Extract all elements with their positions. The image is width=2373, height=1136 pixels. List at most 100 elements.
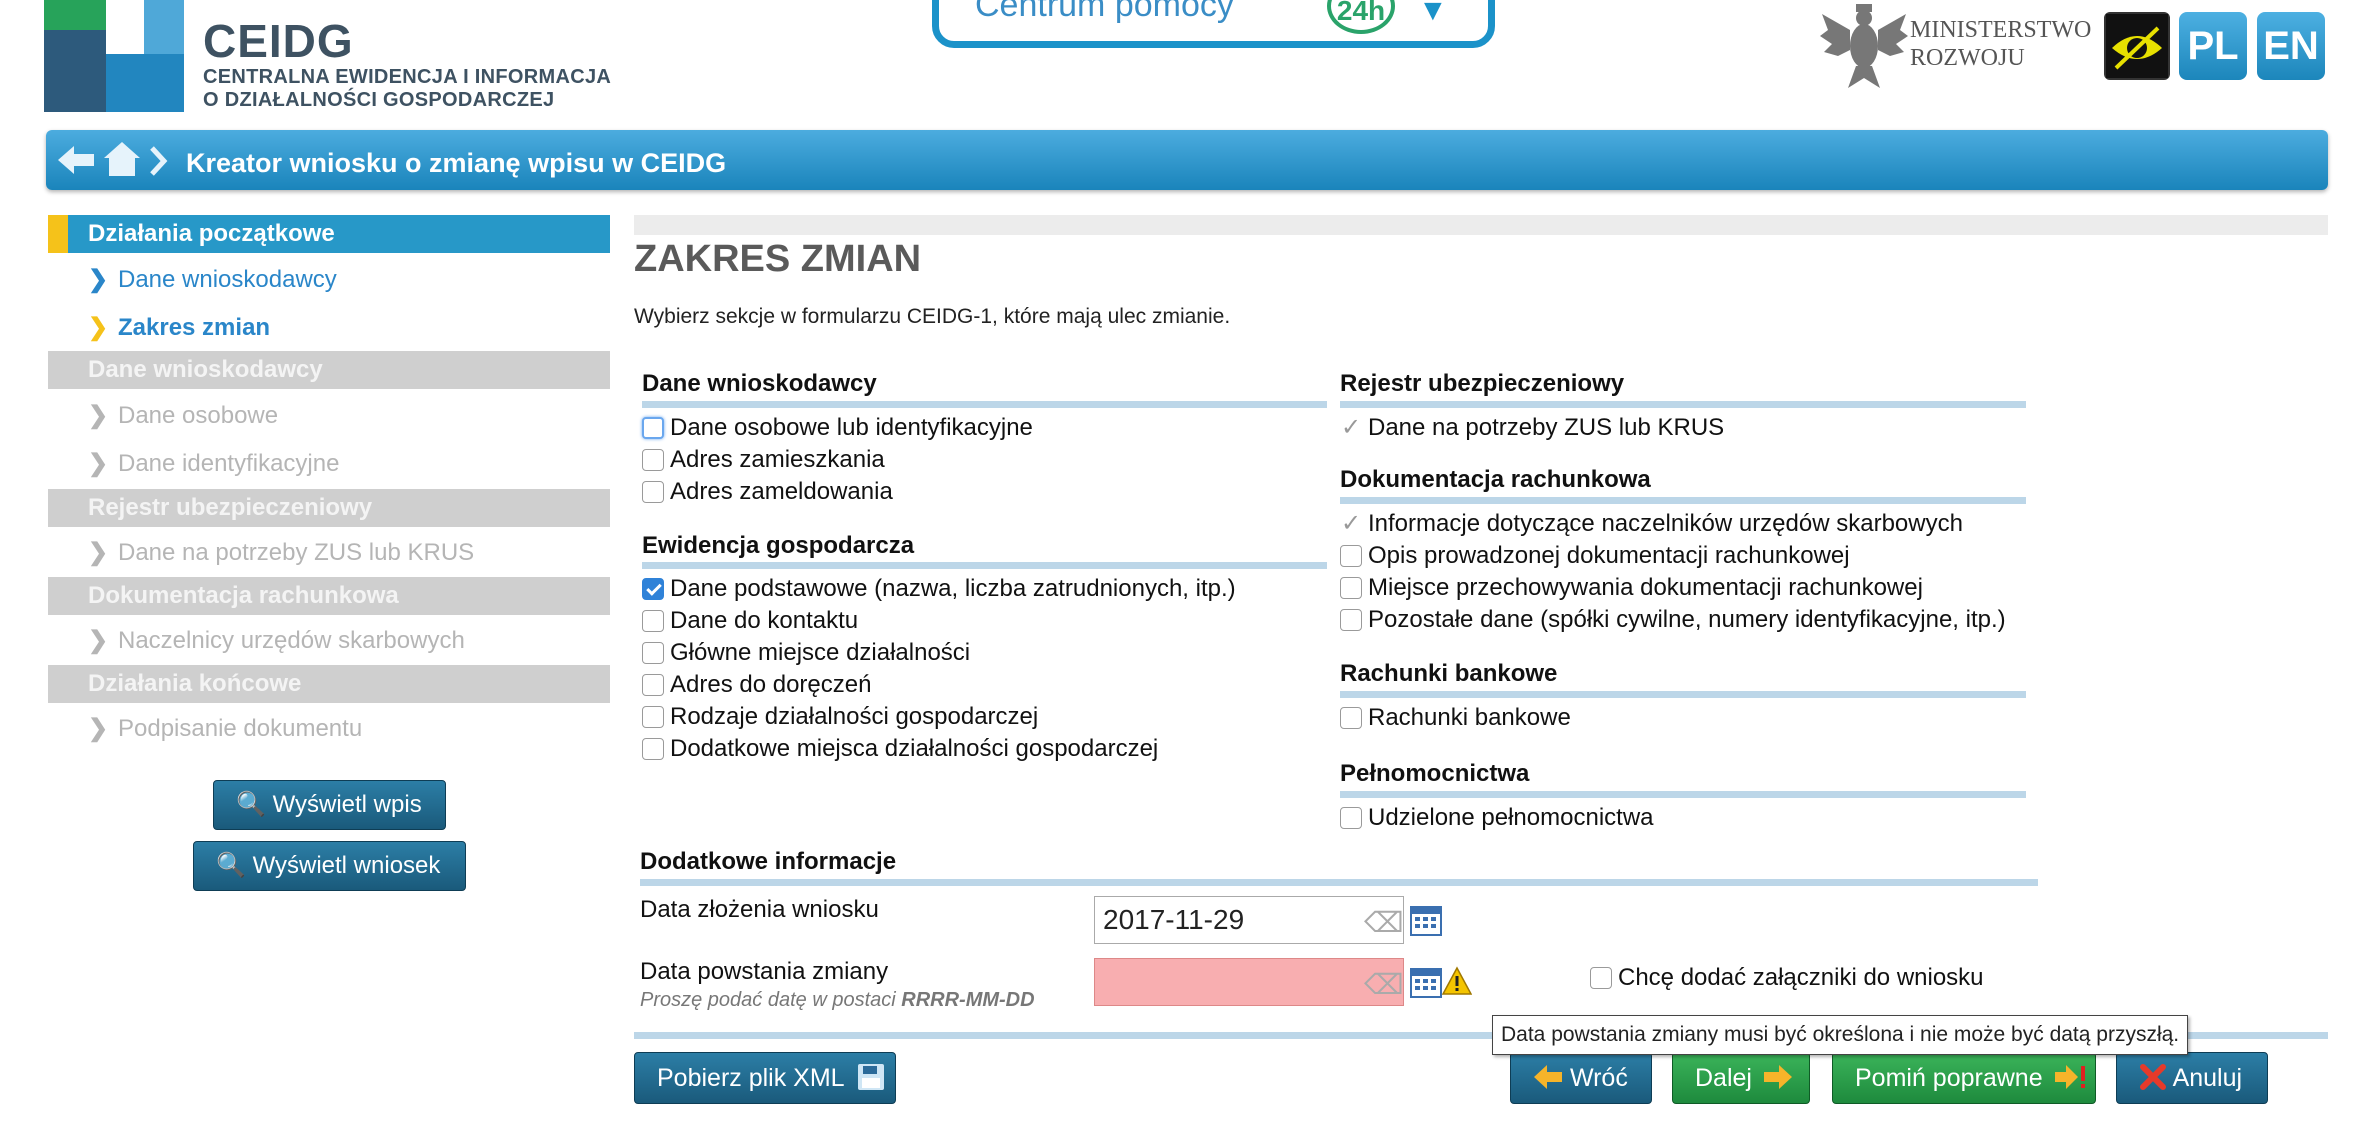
checkbox-box[interactable] <box>642 481 664 503</box>
sidebar-item-tax-offices: ❯ Naczelnicy urzędów skarbowych <box>88 626 465 655</box>
sidebar-item-label: Dane identyfikacyjne <box>118 450 340 477</box>
option-label: Główne miejsce działalności <box>670 639 971 666</box>
checkbox-box[interactable] <box>642 642 664 664</box>
chevron-right-icon: ❯ <box>88 314 109 341</box>
checkbox-contact-data[interactable]: Dane do kontaktu <box>642 606 858 636</box>
checkbox-box[interactable] <box>642 738 664 760</box>
checkbox-tax-office-info: ✓ Informacje dotyczące naczelników urzędó… <box>1340 509 1963 539</box>
checkbox-box[interactable] <box>642 610 664 632</box>
skip-valid-button[interactable]: Pomiń poprawne <box>1832 1052 2096 1104</box>
intro-text: Wybierz sekcje w formularzu CEIDG-1, któ… <box>634 305 1231 328</box>
checkbox-bank-accounts[interactable]: Rachunki bankowe <box>1340 703 1571 733</box>
magnifier-icon: 🔍 <box>216 852 246 879</box>
accessibility-button[interactable] <box>2104 12 2170 80</box>
checkbox-attachments[interactable]: Chcę dodać załączniki do wniosku <box>1590 963 1984 993</box>
view-application-label: Wyświetl wniosek <box>252 852 441 879</box>
sidebar-item-label: Dane osobowe <box>118 402 279 429</box>
checkbox-basic-data[interactable]: Dane podstawowe (nazwa, liczba zatrudnio… <box>642 574 1236 604</box>
calendar-icon[interactable] <box>1410 966 1442 998</box>
checkbox-accounting-storage[interactable]: Miejsce przechowywania dokumentacji rach… <box>1340 573 1923 603</box>
view-entry-button[interactable]: 🔍 Wyświetl wpis <box>213 780 446 830</box>
group-divider <box>642 562 1327 569</box>
ministry-line1: MINISTERSTWO <box>1910 17 2092 43</box>
checkbox-accounting-description[interactable]: Opis prowadzonej dokumentacji rachunkowe… <box>1340 541 1850 571</box>
option-label: Informacje dotyczące naczelników urzędów… <box>1368 510 1963 537</box>
group-title-applicant: Dane wnioskodawcy <box>642 370 877 397</box>
group-title-proxy: Pełnomocnictwa <box>1340 760 1530 787</box>
hint-format: RRRR-MM-DD <box>901 989 1035 1011</box>
checkbox-box[interactable] <box>1340 609 1362 631</box>
validation-tooltip: Data powstania zmiany musi być określona… <box>1492 1015 2189 1055</box>
language-pl-button[interactable]: PL <box>2179 12 2247 80</box>
checkbox-box[interactable] <box>642 674 664 696</box>
arrow-left-icon <box>1534 1065 1562 1089</box>
next-button[interactable]: Dalej <box>1672 1052 1810 1104</box>
submit-date-label: Data złożenia wniosku <box>640 896 879 923</box>
chevron-down-icon[interactable]: ▼ <box>1418 0 1448 28</box>
checkbox-proxies[interactable]: Udzielone pełnomocnictwa <box>1340 803 1654 833</box>
download-xml-button[interactable]: Pobierz plik XML <box>634 1052 896 1104</box>
option-label: Dane podstawowe (nazwa, liczba zatrudnio… <box>670 575 1236 602</box>
sidebar-section-final: Działania końcowe <box>48 665 610 703</box>
ceidg-logo-icon[interactable] <box>44 0 184 112</box>
warning-icon <box>1442 966 1472 995</box>
eraser-icon[interactable]: ⌫ <box>1364 968 1404 1001</box>
sidebar-item-applicant-data[interactable]: ❯ Dane wnioskodawcy <box>88 265 337 294</box>
sidebar-item-scope-of-changes[interactable]: ❯ Zakres zmian <box>88 313 270 342</box>
arrow-right-icon <box>1763 1065 1792 1089</box>
checkbox-additional-places[interactable]: Dodatkowe miejsca działalności gospodarc… <box>642 734 1158 764</box>
change-date-input[interactable] <box>1094 958 1404 1006</box>
checkbox-box[interactable] <box>642 417 664 439</box>
checkbox-residence-address[interactable]: Adres zamieszkania <box>642 445 885 475</box>
arrow-right-warning-icon <box>2054 1065 2085 1089</box>
cancel-button[interactable]: Anuluj <box>2116 1052 2268 1104</box>
sidebar-item-label: Dane na potrzeby ZUS lub KRUS <box>118 539 475 566</box>
group-divider <box>1340 497 2026 504</box>
sidebar-item-label: Zakres zmian <box>118 314 271 341</box>
eagle-emblem-icon <box>1820 4 1908 88</box>
calendar-icon[interactable] <box>1410 904 1442 936</box>
checkbox-box[interactable] <box>642 578 664 600</box>
next-label: Dalej <box>1695 1064 1752 1092</box>
checkbox-main-place[interactable]: Główne miejsce działalności <box>642 638 970 668</box>
option-label: Dane osobowe lub identyfikacyjne <box>670 414 1033 441</box>
checkbox-registration-address[interactable]: Adres zameldowania <box>642 477 893 507</box>
magnifier-icon: 🔍 <box>236 791 266 818</box>
option-label: Adres zameldowania <box>670 478 893 505</box>
sidebar-item-label: Dane wnioskodawcy <box>118 266 337 293</box>
option-label: Adres zamieszkania <box>670 446 885 473</box>
sidebar-item-label: Naczelnicy urzędów skarbowych <box>118 627 465 654</box>
option-label: Opis prowadzonej dokumentacji rachunkowe… <box>1368 542 1850 569</box>
checkbox-delivery-address[interactable]: Adres do doręczeń <box>642 670 871 700</box>
option-label: Rodzaje działalności gospodarczej <box>670 703 1039 730</box>
checkbox-box[interactable] <box>1590 967 1612 989</box>
checkbox-activity-types[interactable]: Rodzaje działalności gospodarczej <box>642 702 1038 732</box>
checkbox-other-data[interactable]: Pozostałe dane (spółki cywilne, numery i… <box>1340 605 2006 635</box>
checkbox-box[interactable] <box>1340 707 1362 729</box>
view-application-button[interactable]: 🔍 Wyświetl wniosek <box>193 841 466 891</box>
option-label: Pozostałe dane (spółki cywilne, numery i… <box>1368 606 2006 633</box>
eraser-icon[interactable]: ⌫ <box>1364 906 1404 939</box>
chevron-right-icon <box>150 146 168 176</box>
option-label: Miejsce przechowywania dokumentacji rach… <box>1368 574 1923 601</box>
skip-valid-label: Pomiń poprawne <box>1855 1064 2043 1092</box>
checkbox-personal-or-id[interactable]: Dane osobowe lub identyfikacyjne <box>642 413 1033 443</box>
checkbox-box[interactable] <box>1340 807 1362 829</box>
home-icon[interactable] <box>102 140 142 178</box>
back-arrow-icon[interactable] <box>56 144 96 176</box>
checkbox-box[interactable] <box>642 449 664 471</box>
group-divider <box>1340 691 2026 698</box>
checkbox-box[interactable] <box>1340 545 1362 567</box>
checkbox-zus-krus: ✓ Dane na potrzeby ZUS lub KRUS <box>1340 413 1724 443</box>
checkbox-box[interactable] <box>1340 577 1362 599</box>
sidebar-item-label: Podpisanie dokumentu <box>118 715 363 742</box>
submit-date-input[interactable]: 2017-11-29 <box>1094 896 1404 944</box>
chevron-right-icon: ❯ <box>88 627 109 654</box>
ministry-line2: ROZWOJU <box>1910 45 2025 71</box>
checkbox-box[interactable] <box>642 706 664 728</box>
back-button[interactable]: Wróć <box>1510 1052 1652 1104</box>
option-label: Chcę dodać załączniki do wniosku <box>1618 964 1984 991</box>
chevron-right-icon: ❯ <box>88 402 109 429</box>
download-xml-label: Pobierz plik XML <box>657 1064 844 1092</box>
language-en-button[interactable]: EN <box>2257 12 2325 80</box>
